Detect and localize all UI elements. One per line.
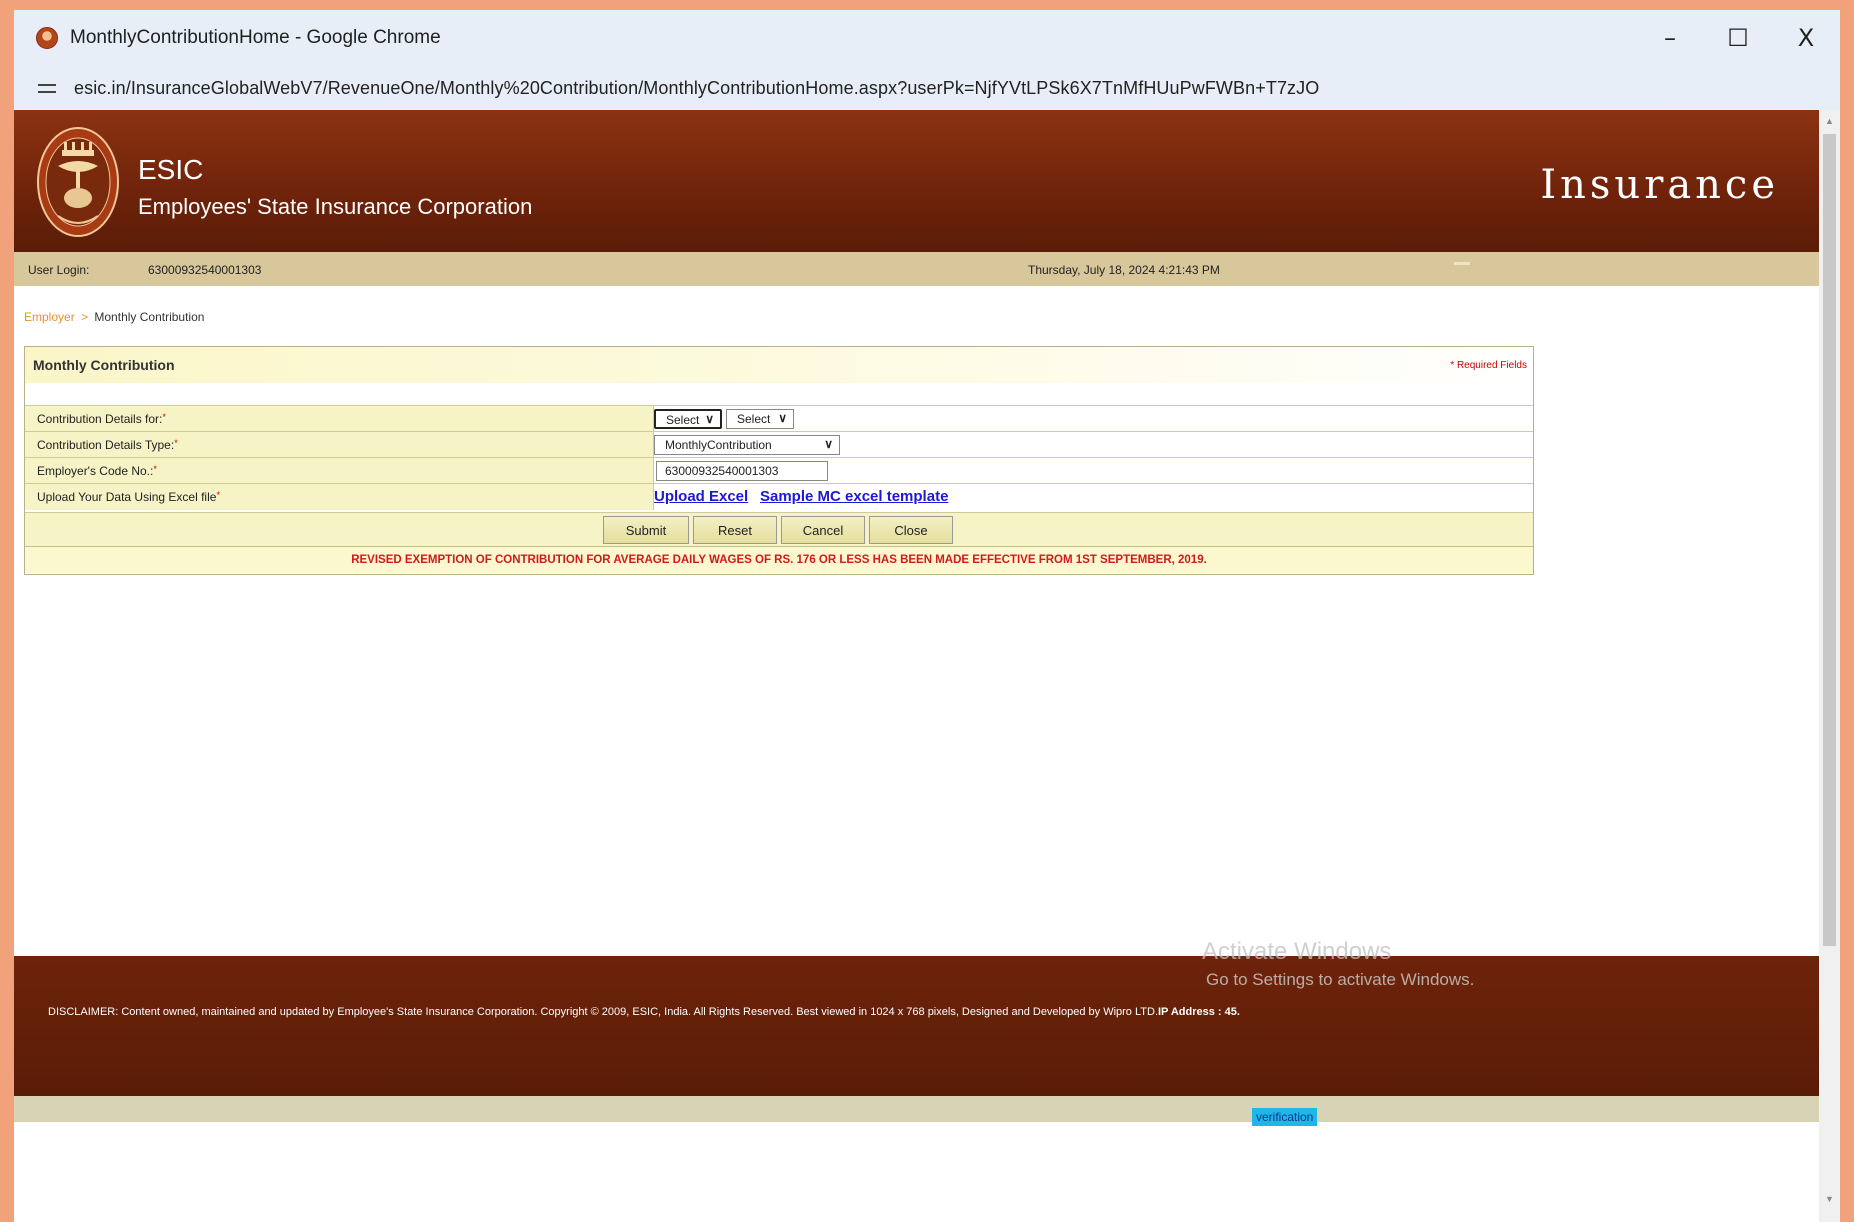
current-datetime: Thursday, July 18, 2024 4:21:43 PM	[1028, 263, 1220, 277]
title-bar: MonthlyContributionHome - Google Chrome …	[14, 10, 1840, 66]
contribution-type-label-text: Contribution Details Type:	[37, 438, 175, 452]
esic-favicon-icon	[36, 27, 58, 49]
contribution-year-select[interactable]: Select ∨	[726, 409, 794, 429]
employer-code-input[interactable]: 63000932540001303	[656, 461, 828, 481]
submit-button[interactable]: Submit	[603, 516, 689, 544]
scrollbar-thumb[interactable]	[1823, 134, 1836, 946]
form-value-cell: Select ∨ Select ∨	[654, 406, 1533, 432]
form-value-cell: 63000932540001303	[654, 458, 1533, 484]
select-value: Select	[737, 412, 771, 426]
upload-label-text: Upload Your Data Using Excel file	[37, 490, 217, 504]
form-row-employer-code: Employer's Code No.:* 63000932540001303	[25, 457, 1533, 484]
window-controls: – ☐ X	[1636, 10, 1840, 66]
contribution-type-select[interactable]: MonthlyContribution ∨	[654, 435, 840, 455]
disclaimer: DISCLAIMER: Content owned, maintained an…	[48, 1006, 1240, 1018]
url-text[interactable]: esic.in/InsuranceGlobalWebV7/RevenueOne/…	[74, 78, 1319, 99]
breadcrumb-employer-link[interactable]: Employer	[24, 310, 75, 324]
form-actions: Submit Reset Cancel Close	[25, 512, 1533, 547]
exemption-notice: REVISED EXEMPTION OF CONTRIBUTION FOR AV…	[25, 546, 1533, 573]
contribution-for-label: Contribution Details for:*	[37, 412, 166, 426]
panel-title: Monthly Contribution	[33, 357, 175, 373]
upload-label: Upload Your Data Using Excel file*	[37, 490, 220, 504]
upload-excel-link[interactable]: Upload Excel	[654, 488, 748, 505]
chevron-down-icon: ∨	[824, 437, 833, 451]
vertical-scrollbar[interactable]: ▲ ▼	[1819, 110, 1840, 1222]
required-marker: *	[216, 490, 220, 500]
user-info-bar: User Login: 63000932540001303 Thursday, …	[14, 252, 1819, 286]
chevron-down-icon: ∨	[705, 412, 714, 426]
user-login-label: User Login:	[28, 263, 90, 277]
sample-template-link[interactable]: Sample MC excel template	[760, 488, 948, 505]
form-row-upload: Upload Your Data Using Excel file* Uploa…	[25, 483, 1533, 510]
window-title: MonthlyContributionHome - Google Chrome	[70, 27, 441, 48]
breadcrumb-current: Monthly Contribution	[94, 310, 205, 324]
breadcrumb: Employer > Monthly Contribution	[24, 310, 204, 324]
required-fields-note: * Required Fields	[1450, 360, 1527, 371]
site-footer: Activate Windows Go to Settings to activ…	[14, 938, 1819, 1096]
select-value: MonthlyContribution	[665, 438, 772, 452]
chevron-down-icon: ∨	[778, 411, 787, 425]
close-window-button[interactable]: X	[1772, 10, 1840, 66]
monthly-contribution-panel: Monthly Contribution * Required Fields C…	[24, 346, 1534, 575]
contribution-type-label: Contribution Details Type:*	[37, 438, 178, 452]
esic-logo-icon	[37, 127, 119, 237]
cancel-button[interactable]: Cancel	[781, 516, 865, 544]
scroll-up-icon[interactable]: ▲	[1819, 112, 1840, 130]
disclaimer-text: DISCLAIMER: Content owned, maintained an…	[48, 1006, 1158, 1018]
required-marker: *	[174, 438, 178, 448]
required-marker: *	[162, 412, 166, 422]
minimize-button[interactable]: –	[1636, 10, 1704, 66]
section-title: Insurance	[1540, 162, 1779, 208]
site-info-icon[interactable]	[38, 81, 56, 95]
form-row-contribution-type: Contribution Details Type:* MonthlyContr…	[25, 431, 1533, 458]
address-bar[interactable]: esic.in/InsuranceGlobalWebV7/RevenueOne/…	[14, 66, 1840, 110]
close-button[interactable]: Close	[869, 516, 953, 544]
browser-window: MonthlyContributionHome - Google Chrome …	[14, 10, 1840, 1222]
brand-title: ESIC	[138, 154, 204, 185]
page-content: ESIC Employees' State Insurance Corporat…	[14, 110, 1819, 1222]
form-value-cell: Upload Excel Sample MC excel template	[654, 484, 1533, 510]
activate-windows-title: Activate Windows	[1202, 938, 1392, 965]
select-value: Select	[666, 413, 700, 427]
employer-code-label: Employer's Code No.:*	[37, 464, 157, 478]
verification-tag[interactable]: verification	[1252, 1108, 1318, 1126]
panel-header: Monthly Contribution * Required Fields	[25, 347, 1533, 383]
user-login-value: 63000932540001303	[148, 263, 262, 277]
required-marker: *	[153, 464, 157, 474]
maximize-button[interactable]: ☐	[1704, 10, 1772, 66]
breadcrumb-separator: >	[81, 310, 89, 324]
site-header: ESIC Employees' State Insurance Corporat…	[14, 110, 1819, 252]
reset-button[interactable]: Reset	[693, 516, 777, 544]
organization-name: Employees' State Insurance Corporation	[138, 194, 533, 219]
form-row-contribution-for: Contribution Details for:* Select ∨ Sele…	[25, 405, 1533, 432]
collapse-icon[interactable]	[1454, 262, 1470, 265]
activate-windows-subtitle: Go to Settings to activate Windows.	[1206, 970, 1475, 989]
ip-address: IP Address : 45.	[1158, 1006, 1240, 1018]
contribution-for-label-text: Contribution Details for:	[37, 412, 163, 426]
employer-code-label-text: Employer's Code No.:	[37, 464, 154, 478]
status-strip: verification	[14, 1096, 1819, 1126]
form-value-cell: MonthlyContribution ∨	[654, 432, 1533, 458]
contribution-month-select[interactable]: Select ∨	[654, 409, 722, 429]
scroll-down-icon[interactable]: ▼	[1819, 1190, 1840, 1208]
